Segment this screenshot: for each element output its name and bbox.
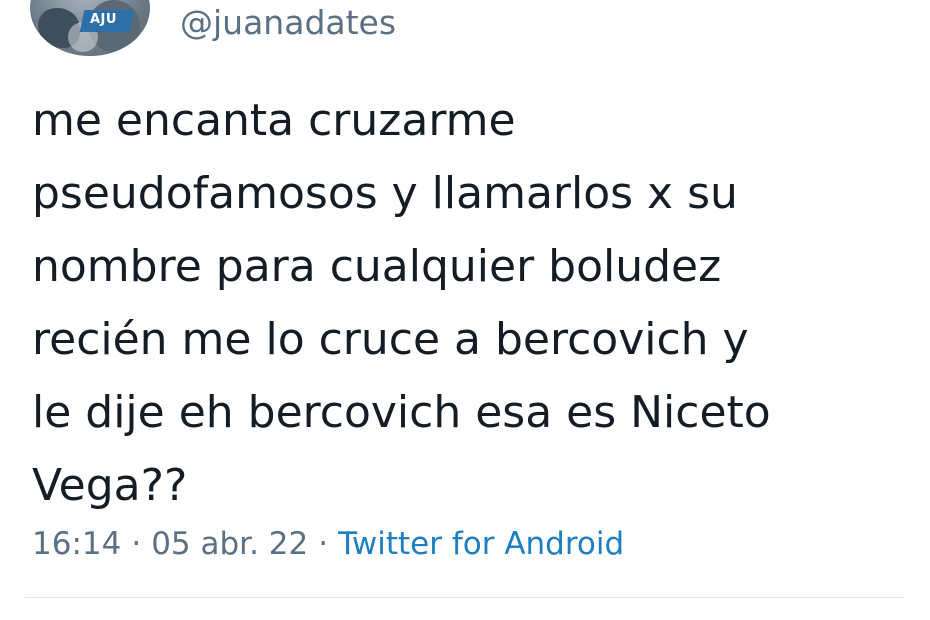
tweet-text-line: le dije eh bercovich esa es Niceto (32, 387, 771, 438)
avatar-banner-text: AJU (90, 12, 117, 27)
tweet-text-line: recién me lo cruce a bercovich y (32, 314, 749, 365)
meta-separator: · (131, 526, 142, 562)
author-handle[interactable]: @juanadates (180, 3, 396, 43)
tweet-text: me encanta cruzarme pseudofamosos y llam… (32, 84, 912, 522)
tweet-date[interactable]: 05 abr. 22 (151, 526, 308, 562)
avatar[interactable]: AJU (30, 0, 150, 56)
tweet-text-line: me encanta cruzarme (32, 95, 516, 146)
tweet-text-line: nombre para cualquier boludez (32, 241, 722, 292)
tweet-time[interactable]: 16:14 (32, 526, 121, 562)
tweet-source-link[interactable]: Twitter for Android (338, 526, 624, 562)
tweet-header: AJU @juanadates (0, 0, 930, 80)
meta-separator: · (318, 526, 329, 562)
tweet-meta: 16:14 · 05 abr. 22 · Twitter for Android (32, 522, 624, 566)
tweet-text-line: Vega?? (32, 460, 188, 511)
tweet-text-line: pseudofamosos y llamarlos x su (32, 168, 738, 219)
divider (25, 597, 905, 598)
